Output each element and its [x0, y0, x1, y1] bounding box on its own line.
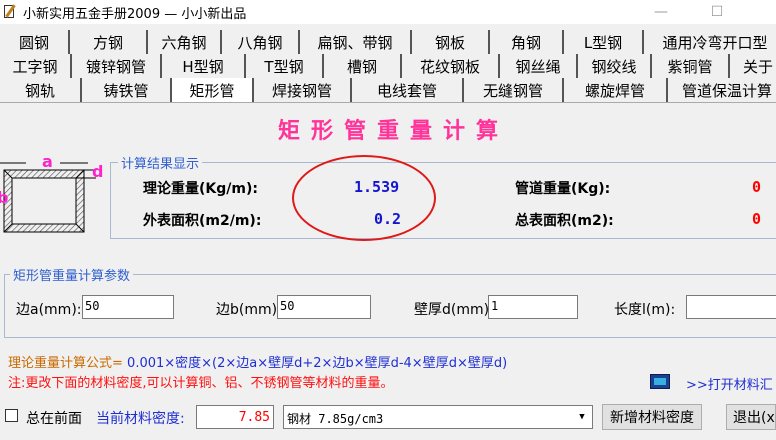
minimize-button[interactable]: —	[638, 0, 684, 24]
tab-octagon-steel[interactable]: 八角钢	[222, 30, 300, 54]
formula-expression: 0.001×密度×(2×边a×壁厚d+2×边b×壁厚d-4×壁厚d×壁厚d)	[127, 356, 508, 371]
tab-seamless-pipe[interactable]: 无缝钢管	[464, 78, 564, 102]
thickness-input[interactable]: 1	[488, 295, 578, 319]
params-legend: 矩形管重量计算参数	[10, 265, 134, 284]
side-a-input[interactable]: 50	[82, 295, 174, 319]
side-b-input[interactable]: 50	[277, 295, 371, 319]
window-title: 小新实用五金手册2009 — 小小新出品	[23, 6, 247, 22]
material-select[interactable]: 钢材 7.85g/cm3 ▼	[283, 405, 593, 429]
tab-spiral-pipe[interactable]: 螺旋焊管	[564, 78, 668, 102]
pipe-weight-value: 0	[752, 178, 762, 196]
material-tabs: 圆钢 方钢 六角钢 八角钢 扁钢、带钢 钢板 角钢 L型钢 通用冷弯开口型 工字…	[0, 30, 776, 102]
diagram-label-d: d	[92, 162, 104, 181]
tab-flat-steel[interactable]: 扁钢、带钢	[300, 30, 412, 54]
theoretical-weight-label: 理论重量(Kg/m):	[143, 181, 258, 197]
side-b-label: 边b(mm):	[216, 302, 282, 318]
tab-rectangular-pipe[interactable]: 矩形管	[172, 78, 252, 102]
tab-h-steel[interactable]: H型钢	[162, 54, 246, 78]
material-library-icon[interactable]	[650, 374, 670, 389]
diagram-label-a: a	[42, 152, 53, 171]
exit-button[interactable]: 退出(x)	[726, 404, 776, 430]
density-input[interactable]: 7.85	[196, 405, 274, 429]
app-notepad-icon	[3, 4, 17, 20]
formula-label: 理论重量计算公式=	[8, 356, 123, 371]
rectangular-pipe-diagram: a b d	[0, 152, 104, 240]
formula-line: 理论重量计算公式= 0.001×密度×(2×边a×壁厚d+2×边b×壁厚d-4×…	[8, 352, 507, 371]
page-title: 矩形管重量计算	[277, 118, 509, 144]
tab-steel-plate[interactable]: 钢板	[412, 30, 490, 54]
tab-wire-rope[interactable]: 钢丝绳	[500, 54, 578, 78]
tab-insulation-calc[interactable]: 管道保温计算	[668, 78, 776, 102]
tab-round-steel[interactable]: 圆钢	[0, 30, 70, 54]
title-bar: 小新实用五金手册2009 — 小小新出品 — ☐	[0, 0, 776, 24]
pipe-weight-label: 管道重量(Kg):	[515, 181, 611, 197]
open-material-library-link[interactable]: >>打开材料汇	[686, 374, 773, 393]
tab-checkered-plate[interactable]: 花纹钢板	[402, 54, 500, 78]
tab-welded-pipe[interactable]: 焊接钢管	[252, 78, 352, 102]
density-label: 当前材料密度:	[96, 411, 185, 427]
tab-steel-strand[interactable]: 钢绞线	[578, 54, 652, 78]
side-a-label: 边a(mm):	[16, 302, 82, 318]
thickness-label: 壁厚d(mm)	[414, 302, 490, 318]
tab-copper-pipe[interactable]: 紫铜管	[652, 54, 730, 78]
tab-rail[interactable]: 钢轨	[0, 78, 82, 102]
maximize-button[interactable]: ☐	[694, 0, 740, 24]
tab-cold-bent-open[interactable]: 通用冷弯开口型	[644, 30, 776, 54]
chevron-down-icon[interactable]: ▼	[572, 406, 592, 428]
tab-square-steel[interactable]: 方钢	[70, 30, 148, 54]
material-select-value: 钢材 7.85g/cm3	[287, 412, 384, 426]
tab-t-steel[interactable]: T型钢	[246, 54, 324, 78]
tab-galvanized-pipe[interactable]: 镀锌钢管	[72, 54, 162, 78]
density-note: 注:更改下面的材料密度,可以计算铜、铝、不锈钢管等材料的重量。	[8, 376, 394, 391]
always-on-top-checkbox[interactable]	[5, 409, 18, 422]
total-surface-label: 总表面积(m2):	[515, 213, 614, 229]
tab-cast-iron-pipe[interactable]: 铸铁管	[82, 78, 172, 102]
surface-area-label: 外表面积(m2/m):	[143, 213, 262, 229]
always-on-top-label: 总在前面	[26, 411, 82, 427]
tab-angle-steel[interactable]: 角钢	[490, 30, 564, 54]
results-legend: 计算结果显示	[118, 153, 203, 172]
tab-l-steel[interactable]: L型钢	[564, 30, 644, 54]
tab-hexagon-steel[interactable]: 六角钢	[148, 30, 222, 54]
diagram-label-b: b	[0, 188, 9, 207]
length-input[interactable]	[686, 295, 776, 319]
add-density-button[interactable]: 新增材料密度	[602, 404, 702, 430]
total-surface-value: 0	[752, 210, 762, 228]
tab-conduit[interactable]: 电线套管	[352, 78, 464, 102]
length-label: 长度l(m):	[614, 302, 676, 318]
tab-about[interactable]: 关于	[730, 54, 776, 78]
tab-i-beam[interactable]: 工字钢	[0, 54, 72, 78]
highlight-ellipse	[292, 155, 436, 241]
tab-channel-steel[interactable]: 槽钢	[324, 54, 402, 78]
